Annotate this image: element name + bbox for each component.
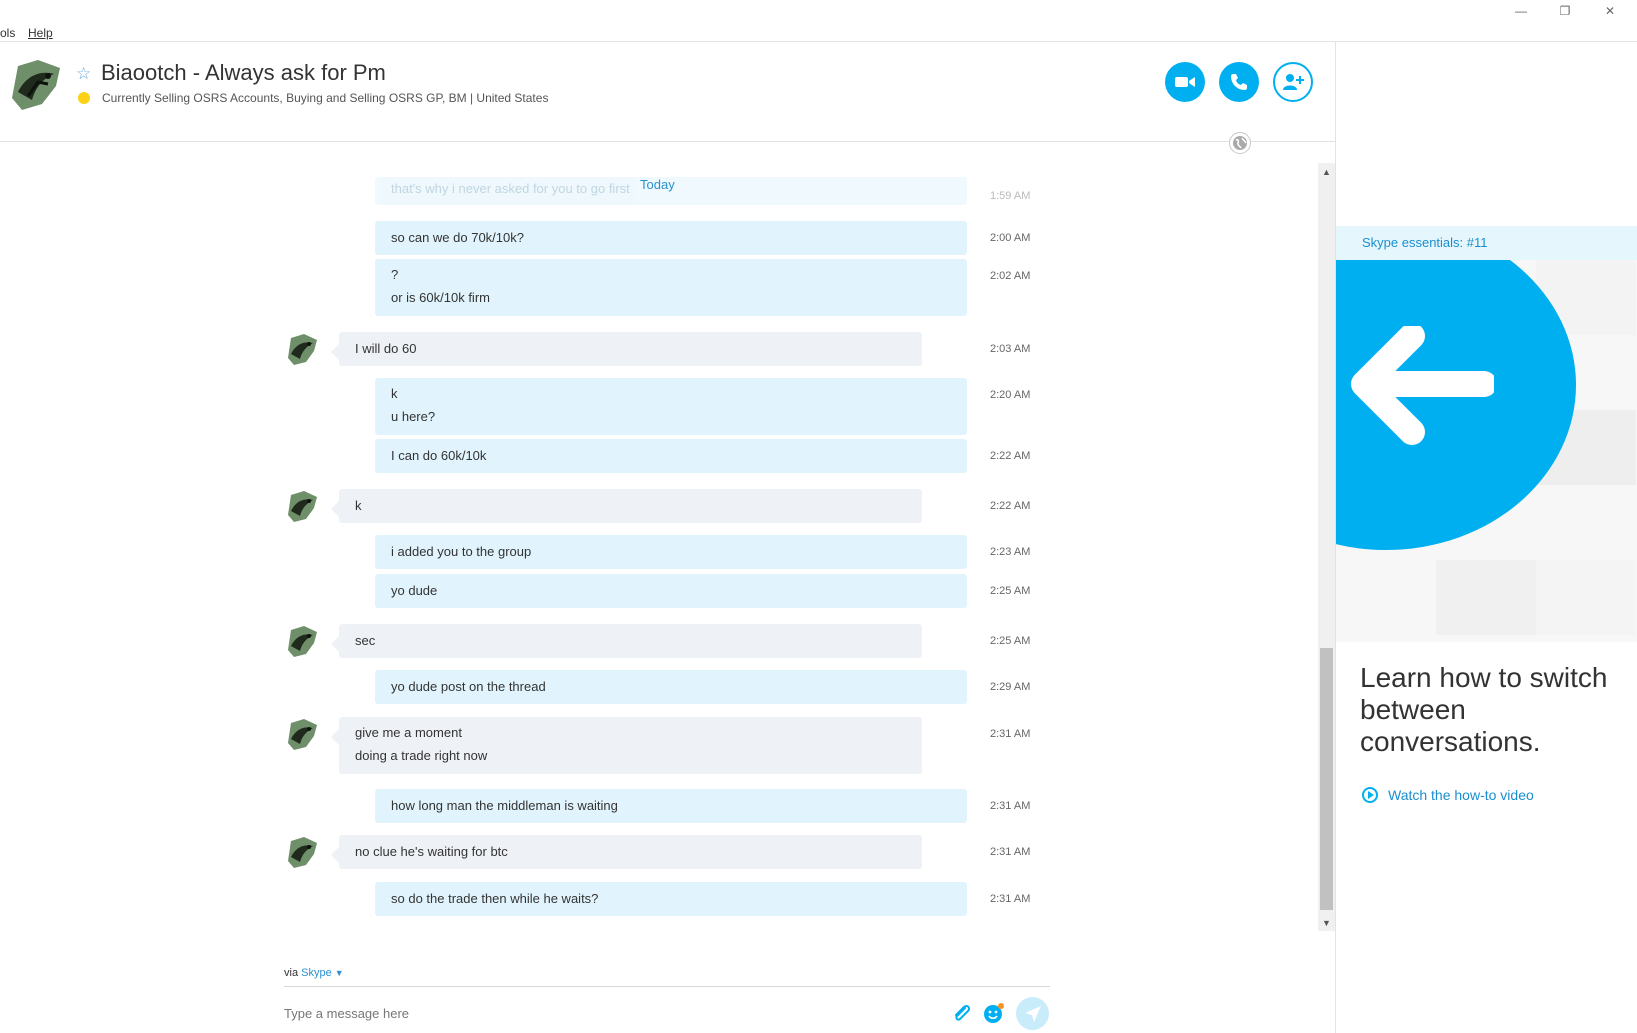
- emoticon-icon[interactable]: [983, 1002, 1005, 1024]
- add-person-icon: [1283, 74, 1304, 90]
- message-text: I can do 60k/10k: [391, 448, 487, 463]
- restore-button[interactable]: ❐: [1543, 2, 1587, 20]
- mood-message: Currently Selling OSRS Accounts, Buying …: [102, 91, 549, 105]
- close-button[interactable]: ✕: [1588, 2, 1632, 20]
- sender-avatar[interactable]: [285, 624, 319, 658]
- outgoing-message[interactable]: how long man the middleman is waiting: [375, 789, 967, 823]
- message-timestamp: 2:31 AM: [990, 800, 1031, 812]
- message-timestamp: 2:31 AM: [990, 728, 1031, 740]
- outgoing-message[interactable]: so do the trade then while he waits?: [375, 882, 967, 916]
- message-text: k: [391, 386, 398, 401]
- scroll-up-arrow-icon[interactable]: ▲: [1318, 163, 1335, 180]
- message-text: k: [355, 498, 362, 513]
- favorite-star-icon[interactable]: ☆: [76, 64, 91, 84]
- message-timestamp: 2:02 AM: [990, 270, 1031, 282]
- message-timestamp: 2:25 AM: [990, 585, 1031, 597]
- incoming-message[interactable]: give me a moment doing a trade right now: [331, 717, 922, 774]
- phone-icon: [1231, 74, 1247, 90]
- add-people-button[interactable]: [1273, 62, 1313, 102]
- message-timestamp: 2:00 AM: [990, 232, 1031, 244]
- menu-help[interactable]: Help: [28, 26, 53, 40]
- send-button[interactable]: [1016, 997, 1049, 1030]
- outgoing-message[interactable]: i added you to the group: [375, 535, 967, 569]
- minimize-button[interactable]: —: [1499, 2, 1543, 20]
- title-bar: ols Help — ❐ ✕: [0, 0, 1637, 42]
- incoming-message[interactable]: sec: [331, 624, 922, 658]
- message-timestamp: 2:20 AM: [990, 389, 1031, 401]
- watch-video-link[interactable]: Watch the how-to video: [1388, 787, 1534, 803]
- incoming-message[interactable]: no clue he's waiting for btc: [331, 835, 922, 869]
- message-text: ?: [391, 267, 399, 282]
- message-text: no clue he's waiting for btc: [355, 844, 508, 859]
- faded-message-time: 1:59 AM: [990, 190, 1031, 202]
- incoming-message[interactable]: I will do 60: [331, 332, 922, 366]
- outgoing-message[interactable]: I can do 60k/10k: [375, 439, 967, 473]
- scroll-thumb[interactable]: [1320, 648, 1333, 910]
- message-text: so do the trade then while he waits?: [391, 891, 599, 906]
- message-text: yo dude post on the thread: [391, 679, 546, 694]
- outgoing-message[interactable]: so can we do 70k/10k?: [375, 221, 967, 255]
- away-status-icon: [78, 92, 90, 104]
- conversation-header: ☆ Biaootch - Always ask for Pm Currently…: [0, 42, 1335, 142]
- incoming-message[interactable]: k: [331, 489, 922, 523]
- video-camera-icon: [1175, 77, 1195, 87]
- message-timestamp: 2:23 AM: [990, 546, 1031, 558]
- message-timestamp: 2:31 AM: [990, 846, 1031, 858]
- message-history[interactable]: that's why i never asked for you to go f…: [0, 143, 1318, 933]
- tip-label: Skype essentials: #11: [1362, 235, 1488, 250]
- outgoing-message[interactable]: yo dude post on the thread: [375, 670, 967, 704]
- sender-avatar[interactable]: [285, 835, 319, 869]
- message-timestamp: 2:25 AM: [990, 635, 1031, 647]
- message-text: u here?: [391, 409, 436, 424]
- message-text: sec: [355, 633, 376, 648]
- sender-avatar[interactable]: [285, 489, 319, 523]
- tip-illustration: [1336, 260, 1637, 642]
- date-separator: Today: [640, 177, 675, 192]
- message-text: so can we do 70k/10k?: [391, 230, 524, 245]
- message-text: I will do 60: [355, 341, 417, 356]
- message-text: yo dude: [391, 583, 438, 598]
- message-timestamp: 2:29 AM: [990, 681, 1031, 693]
- message-timestamp: 2:31 AM: [990, 893, 1031, 905]
- message-timestamp: 2:22 AM: [990, 450, 1031, 462]
- via-selector[interactable]: via Skype ▼: [284, 967, 344, 979]
- audio-call-button[interactable]: [1219, 62, 1259, 102]
- sender-avatar[interactable]: [285, 717, 319, 751]
- send-arrow-icon: [1024, 1005, 1041, 1022]
- message-timestamp: 2:03 AM: [990, 343, 1031, 355]
- sender-avatar[interactable]: [285, 332, 319, 366]
- tip-header: Skype essentials: #11: [1336, 226, 1637, 260]
- video-call-button[interactable]: [1165, 62, 1205, 102]
- message-input[interactable]: [284, 998, 924, 1028]
- message-text: doing a trade right now: [355, 748, 488, 763]
- contact-avatar[interactable]: [8, 56, 64, 112]
- skype-essentials-panel: Skype essentials: #11 Learn how to switc…: [1335, 42, 1637, 1033]
- outgoing-message[interactable]: ? or is 60k/10k firm: [375, 259, 967, 316]
- message-text: or is 60k/10k firm: [391, 290, 490, 305]
- via-prefix: via: [284, 967, 299, 979]
- paperclip-icon[interactable]: [950, 1002, 972, 1024]
- outgoing-message[interactable]: yo dude: [375, 574, 967, 608]
- message-text: how long man the middleman is waiting: [391, 798, 618, 813]
- menu-tools[interactable]: ols: [0, 26, 15, 40]
- composer-divider: [284, 986, 1050, 987]
- message-text: give me a moment: [355, 725, 462, 740]
- left-arrow-icon: [1351, 326, 1494, 445]
- outgoing-message[interactable]: k u here?: [375, 378, 967, 435]
- play-icon[interactable]: [1362, 787, 1378, 803]
- scroll-down-arrow-icon[interactable]: ▼: [1318, 914, 1335, 931]
- via-service[interactable]: Skype: [301, 967, 332, 979]
- chevron-down-icon[interactable]: ▼: [335, 968, 344, 978]
- tip-headline: Learn how to switch between conversation…: [1360, 662, 1608, 757]
- contact-name[interactable]: Biaootch - Always ask for Pm: [101, 60, 386, 86]
- message-scrollbar[interactable]: ▲ ▼: [1318, 163, 1335, 931]
- message-text: i added you to the group: [391, 544, 532, 559]
- message-timestamp: 2:22 AM: [990, 500, 1031, 512]
